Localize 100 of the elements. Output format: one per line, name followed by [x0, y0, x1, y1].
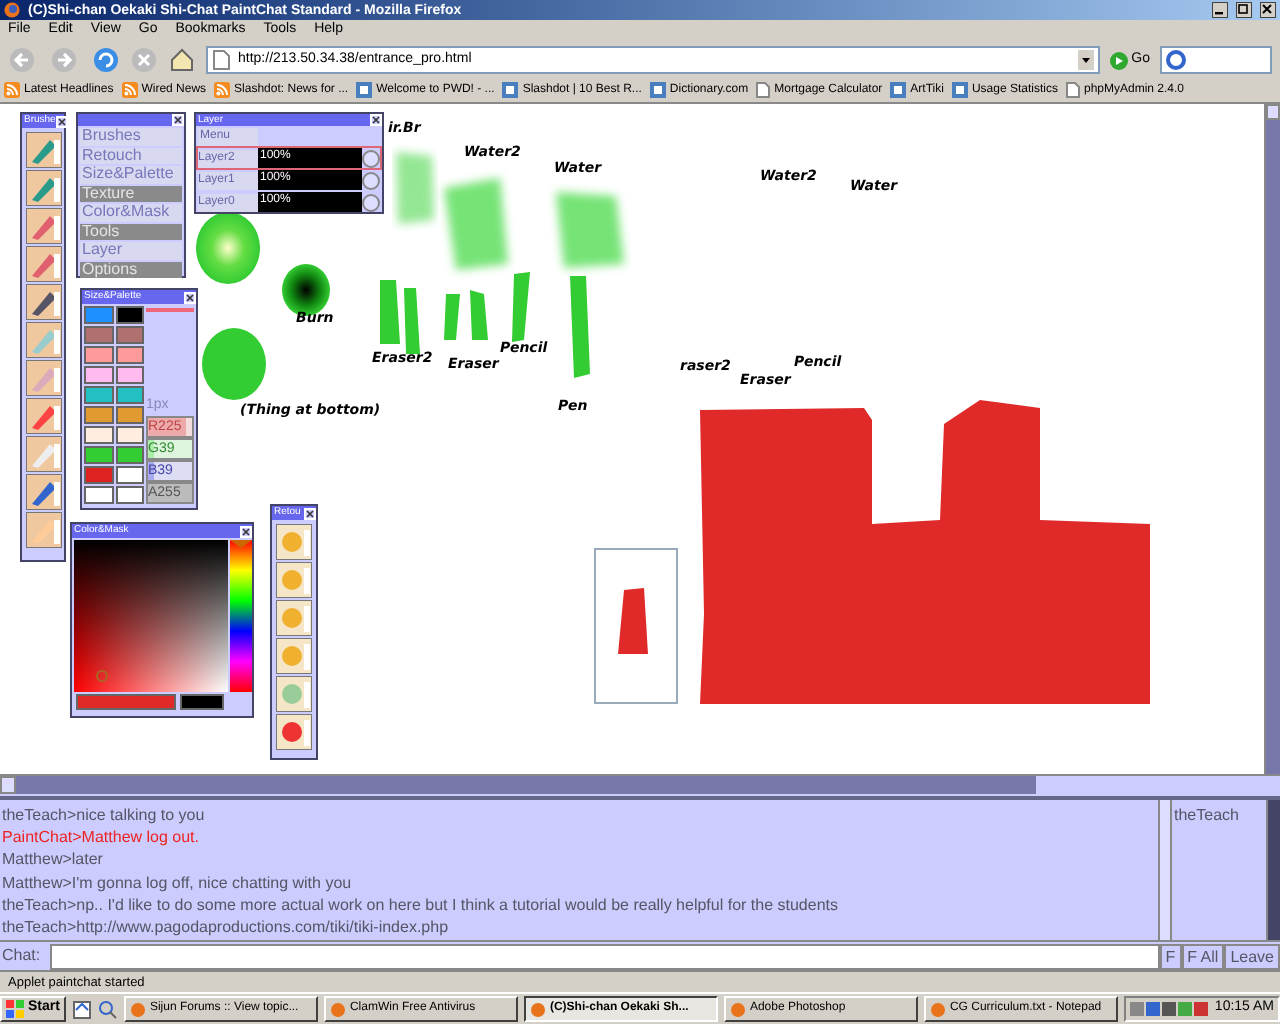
tray-icons[interactable]	[1130, 1000, 1211, 1018]
retouch-tool-icon[interactable]	[276, 562, 312, 598]
pen-paint-stroke	[404, 288, 420, 354]
search-field[interactable]	[1160, 46, 1272, 74]
page-icon	[756, 82, 771, 98]
chat-message: theTeach>np.. I'd like to do some more actual work on here but I think a tutorial would be really helpful for the students	[2, 893, 840, 917]
color-picker-square[interactable]	[74, 540, 228, 692]
app-icon	[129, 1001, 146, 1017]
windows-logo-icon	[6, 1000, 24, 1018]
palette-swatch[interactable]	[115, 366, 144, 384]
brush-tool-icon[interactable]	[26, 208, 62, 244]
water-paint-stroke	[556, 192, 624, 268]
retouch-tool-icon[interactable]	[276, 676, 312, 712]
hue-slider[interactable]	[230, 540, 252, 692]
brush-tool-icon[interactable]	[26, 322, 62, 358]
palette-swatch[interactable]	[84, 426, 113, 444]
app-icon	[329, 1001, 346, 1017]
site-icon	[951, 82, 968, 98]
palette-swatch[interactable]	[84, 466, 113, 484]
brush-tool-icon[interactable]	[26, 284, 62, 320]
app-icon	[929, 1001, 946, 1017]
vertical-scrollbar[interactable]	[1264, 104, 1280, 774]
site-icon	[890, 82, 907, 98]
brush-tool-icon[interactable]	[26, 512, 62, 548]
pen-paint-stroke	[444, 294, 460, 340]
retouch-tool-icon[interactable]	[276, 714, 312, 750]
paint-stroke	[618, 588, 648, 654]
palette-swatch[interactable]	[84, 326, 113, 344]
site-icon	[502, 82, 519, 98]
home-icon[interactable]	[168, 46, 196, 74]
reload-icon[interactable]	[92, 46, 120, 74]
user-list-scrollbar[interactable]	[1268, 800, 1280, 940]
close-icon[interactable]	[1260, 2, 1276, 18]
page-icon	[1065, 82, 1080, 98]
chat-button[interactable]: F All	[1181, 943, 1225, 969]
pen-paint-stroke	[570, 276, 590, 378]
palette-swatch[interactable]	[84, 446, 113, 464]
horizontal-scrollbar[interactable]	[0, 774, 1280, 796]
chat-input[interactable]	[50, 943, 1160, 969]
chat-button[interactable]: Leave	[1224, 943, 1280, 969]
palette-swatch[interactable]	[84, 406, 113, 424]
retouch-tool-icon[interactable]	[276, 600, 312, 636]
paint-blob	[202, 328, 266, 400]
chat-button[interactable]: F	[1159, 943, 1182, 969]
palette-swatch[interactable]	[115, 446, 144, 464]
chat-scrollbar[interactable]	[1160, 800, 1172, 940]
palette-swatch[interactable]	[84, 386, 113, 404]
close-icon[interactable]	[304, 507, 316, 519]
glow-paint-blob	[196, 212, 260, 284]
palette-swatch[interactable]	[84, 486, 113, 504]
show-desktop-icon[interactable]	[71, 999, 92, 1019]
search-engine-icon[interactable]	[1166, 50, 1186, 70]
brush-tool-icon[interactable]	[26, 474, 62, 510]
feed-icon	[214, 82, 231, 98]
feed-icon	[4, 82, 20, 98]
palette-swatch[interactable]	[84, 306, 113, 324]
water-paint-stroke	[444, 178, 508, 270]
palette-swatch[interactable]	[115, 466, 144, 484]
play-icon	[1109, 51, 1128, 69]
browser-logo-icon	[4, 2, 20, 18]
close-icon[interactable]	[370, 114, 382, 126]
close-icon[interactable]	[240, 525, 252, 537]
palette-swatch[interactable]	[84, 366, 113, 384]
site-icon	[356, 82, 373, 98]
brush-tool-icon[interactable]	[26, 170, 62, 206]
palette-swatch[interactable]	[84, 346, 113, 364]
palette-swatch[interactable]	[115, 346, 144, 364]
retouch-tool-icon[interactable]	[276, 638, 312, 674]
app-icon	[729, 1001, 746, 1017]
current-color-swatch	[76, 694, 176, 710]
feed-icon	[121, 82, 138, 98]
maximize-icon[interactable]	[1236, 2, 1252, 18]
palette-swatch[interactable]	[115, 386, 144, 404]
mask-color-swatch	[180, 694, 224, 710]
brush-tool-icon[interactable]	[26, 246, 62, 282]
brush-tool-icon[interactable]	[26, 132, 62, 168]
pen-paint-stroke	[380, 280, 400, 344]
brush-tool-icon[interactable]	[26, 436, 62, 472]
chat-message: Matthew>later	[2, 848, 105, 872]
user-name[interactable]: theTeach	[1174, 804, 1266, 828]
palette-swatch[interactable]	[115, 306, 144, 324]
close-icon[interactable]	[55, 115, 68, 127]
chat-message: theTeach>http://www.pagodaproductions.com/tiki/tiki-index.php	[2, 916, 451, 939]
palette-swatch[interactable]	[115, 426, 144, 444]
palette-swatch[interactable]	[115, 326, 144, 344]
close-icon[interactable]	[184, 291, 196, 303]
palette-swatch[interactable]	[115, 406, 144, 424]
brush-tool-icon[interactable]	[26, 398, 62, 434]
brush-tool-icon[interactable]	[26, 360, 62, 396]
pen-paint-stroke	[470, 290, 488, 340]
search-icon[interactable]	[97, 999, 118, 1019]
app-icon	[529, 1001, 546, 1017]
minimize-icon[interactable]	[1212, 2, 1228, 18]
close-icon[interactable]	[172, 114, 184, 126]
pen-paint-stroke	[512, 272, 530, 342]
palette-swatch[interactable]	[115, 486, 144, 504]
chat-label: Chat:	[0, 944, 43, 968]
retouch-tool-icon[interactable]	[276, 524, 312, 560]
airbrush-paint-stroke	[396, 152, 434, 224]
page-icon	[212, 50, 230, 70]
